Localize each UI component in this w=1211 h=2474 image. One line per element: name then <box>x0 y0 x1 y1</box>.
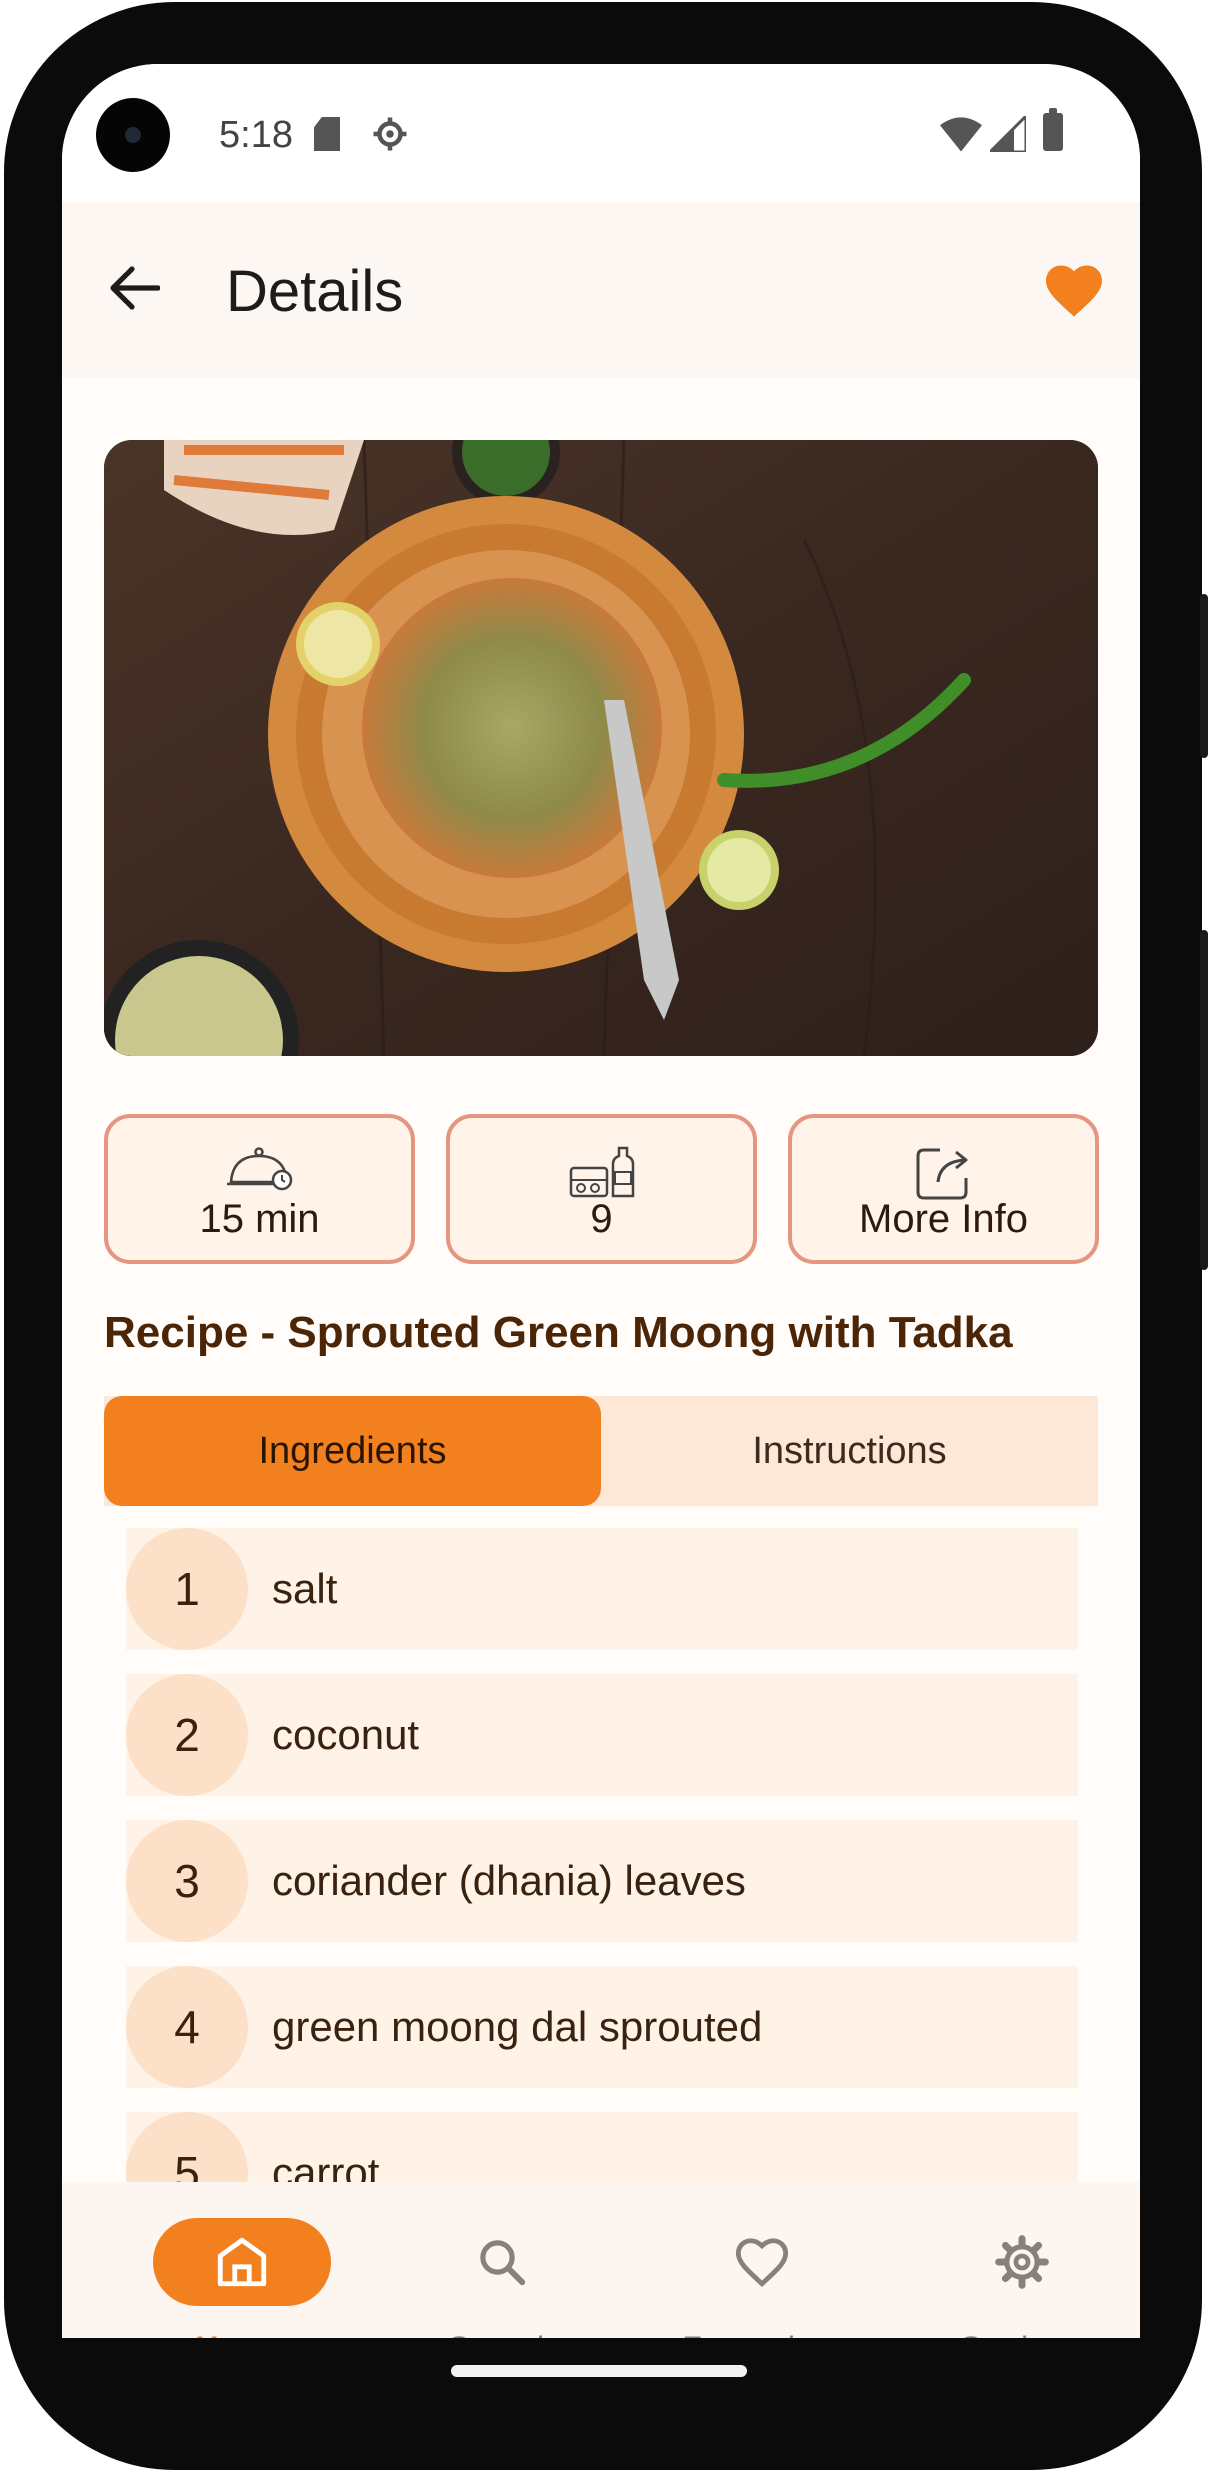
nav-favourites-indicator <box>673 2218 851 2306</box>
heart-icon <box>735 2238 789 2288</box>
ingredients-count-label: 9 <box>590 1197 613 1241</box>
bottom-navigation: Home Search Favourites <box>62 2182 1140 2338</box>
nav-settings-indicator <box>933 2218 1111 2306</box>
recipe-image <box>104 440 1098 1056</box>
sd-card-icon <box>314 117 340 151</box>
ingredient-name: salt <box>272 1565 338 1612</box>
cooking-time-icon <box>226 1147 292 1191</box>
signal-icon <box>990 116 1026 152</box>
status-time: 5:18 <box>219 114 293 156</box>
ingredients-count-card[interactable]: 9 <box>446 1114 757 1264</box>
list-item: 2 coconut <box>126 1674 1078 1796</box>
back-button[interactable] <box>104 258 164 318</box>
ingredient-number: 3 <box>126 1820 248 1942</box>
ingredient-number: 1 <box>126 1528 248 1650</box>
settings-sync-icon <box>373 117 407 151</box>
nav-favourites-label: Favourites <box>632 2330 892 2338</box>
ingredients-list: 1 salt 2 coconut 3 coriander (dhania) le… <box>126 1528 1078 2182</box>
screen: 5:18 Details 15 min 9 More Info Recipe -… <box>62 64 1140 2338</box>
volume-button <box>1200 930 1208 1270</box>
list-item: 5 carrot <box>126 2112 1078 2182</box>
cooking-time-label: 15 min <box>199 1197 320 1241</box>
share-icon <box>916 1148 967 1200</box>
gear-icon <box>995 2235 1049 2289</box>
nav-favourites[interactable]: Favourites <box>632 2182 892 2338</box>
nav-settings[interactable]: Settings <box>892 2182 1140 2338</box>
details-tabs: Ingredients Instructions <box>104 1396 1098 1506</box>
cooking-time-card[interactable]: 15 min <box>104 1114 415 1264</box>
more-info-card[interactable]: More Info <box>788 1114 1099 1264</box>
favorite-heart-icon[interactable] <box>1042 260 1106 320</box>
battery-icon <box>1043 108 1063 151</box>
status-bar: 5:18 <box>62 64 1140 202</box>
page-title: Details <box>226 259 404 324</box>
home-icon <box>217 2237 267 2287</box>
power-button <box>1200 594 1208 758</box>
ingredients-count-icon <box>569 1146 634 1198</box>
ingredient-name: coconut <box>272 1711 420 1758</box>
ingredient-name: carrot <box>272 2149 380 2182</box>
list-item: 4 green moong dal sprouted <box>126 1966 1078 2088</box>
nav-search[interactable]: Search <box>372 2182 632 2338</box>
nav-settings-label: Settings <box>892 2330 1140 2338</box>
top-app-bar: Details <box>62 202 1140 378</box>
tab-ingredients[interactable]: Ingredients <box>104 1396 601 1506</box>
list-item: 1 salt <box>126 1528 1078 1650</box>
ingredient-number: 5 <box>126 2112 248 2182</box>
recipe-details: 15 min 9 More Info Recipe - Sprouted Gre… <box>62 378 1140 2182</box>
wifi-icon <box>940 117 982 152</box>
nav-search-label: Search <box>372 2330 632 2338</box>
arrow-back-icon <box>110 266 160 310</box>
ingredient-name: green moong dal sprouted <box>272 2003 763 2050</box>
front-camera <box>96 98 170 172</box>
ingredient-number: 4 <box>126 1966 248 2088</box>
search-icon <box>480 2240 526 2286</box>
ingredient-number: 2 <box>126 1674 248 1796</box>
recipe-title: Recipe - Sprouted Green Moong with Tadka <box>104 1308 1013 1357</box>
nav-home-label: Home <box>112 2330 372 2338</box>
nav-home[interactable]: Home <box>112 2182 372 2338</box>
nav-search-indicator <box>413 2218 591 2306</box>
tab-instructions[interactable]: Instructions <box>601 1396 1098 1506</box>
more-info-label: More Info <box>859 1197 1028 1241</box>
phone-frame: 5:18 Details 15 min 9 More Info Recipe -… <box>0 0 1211 2474</box>
nav-home-indicator <box>153 2218 331 2306</box>
list-item: 3 coriander (dhania) leaves <box>126 1820 1078 1942</box>
gesture-home-indicator[interactable] <box>451 2365 747 2377</box>
ingredient-name: coriander (dhania) leaves <box>272 1857 746 1904</box>
